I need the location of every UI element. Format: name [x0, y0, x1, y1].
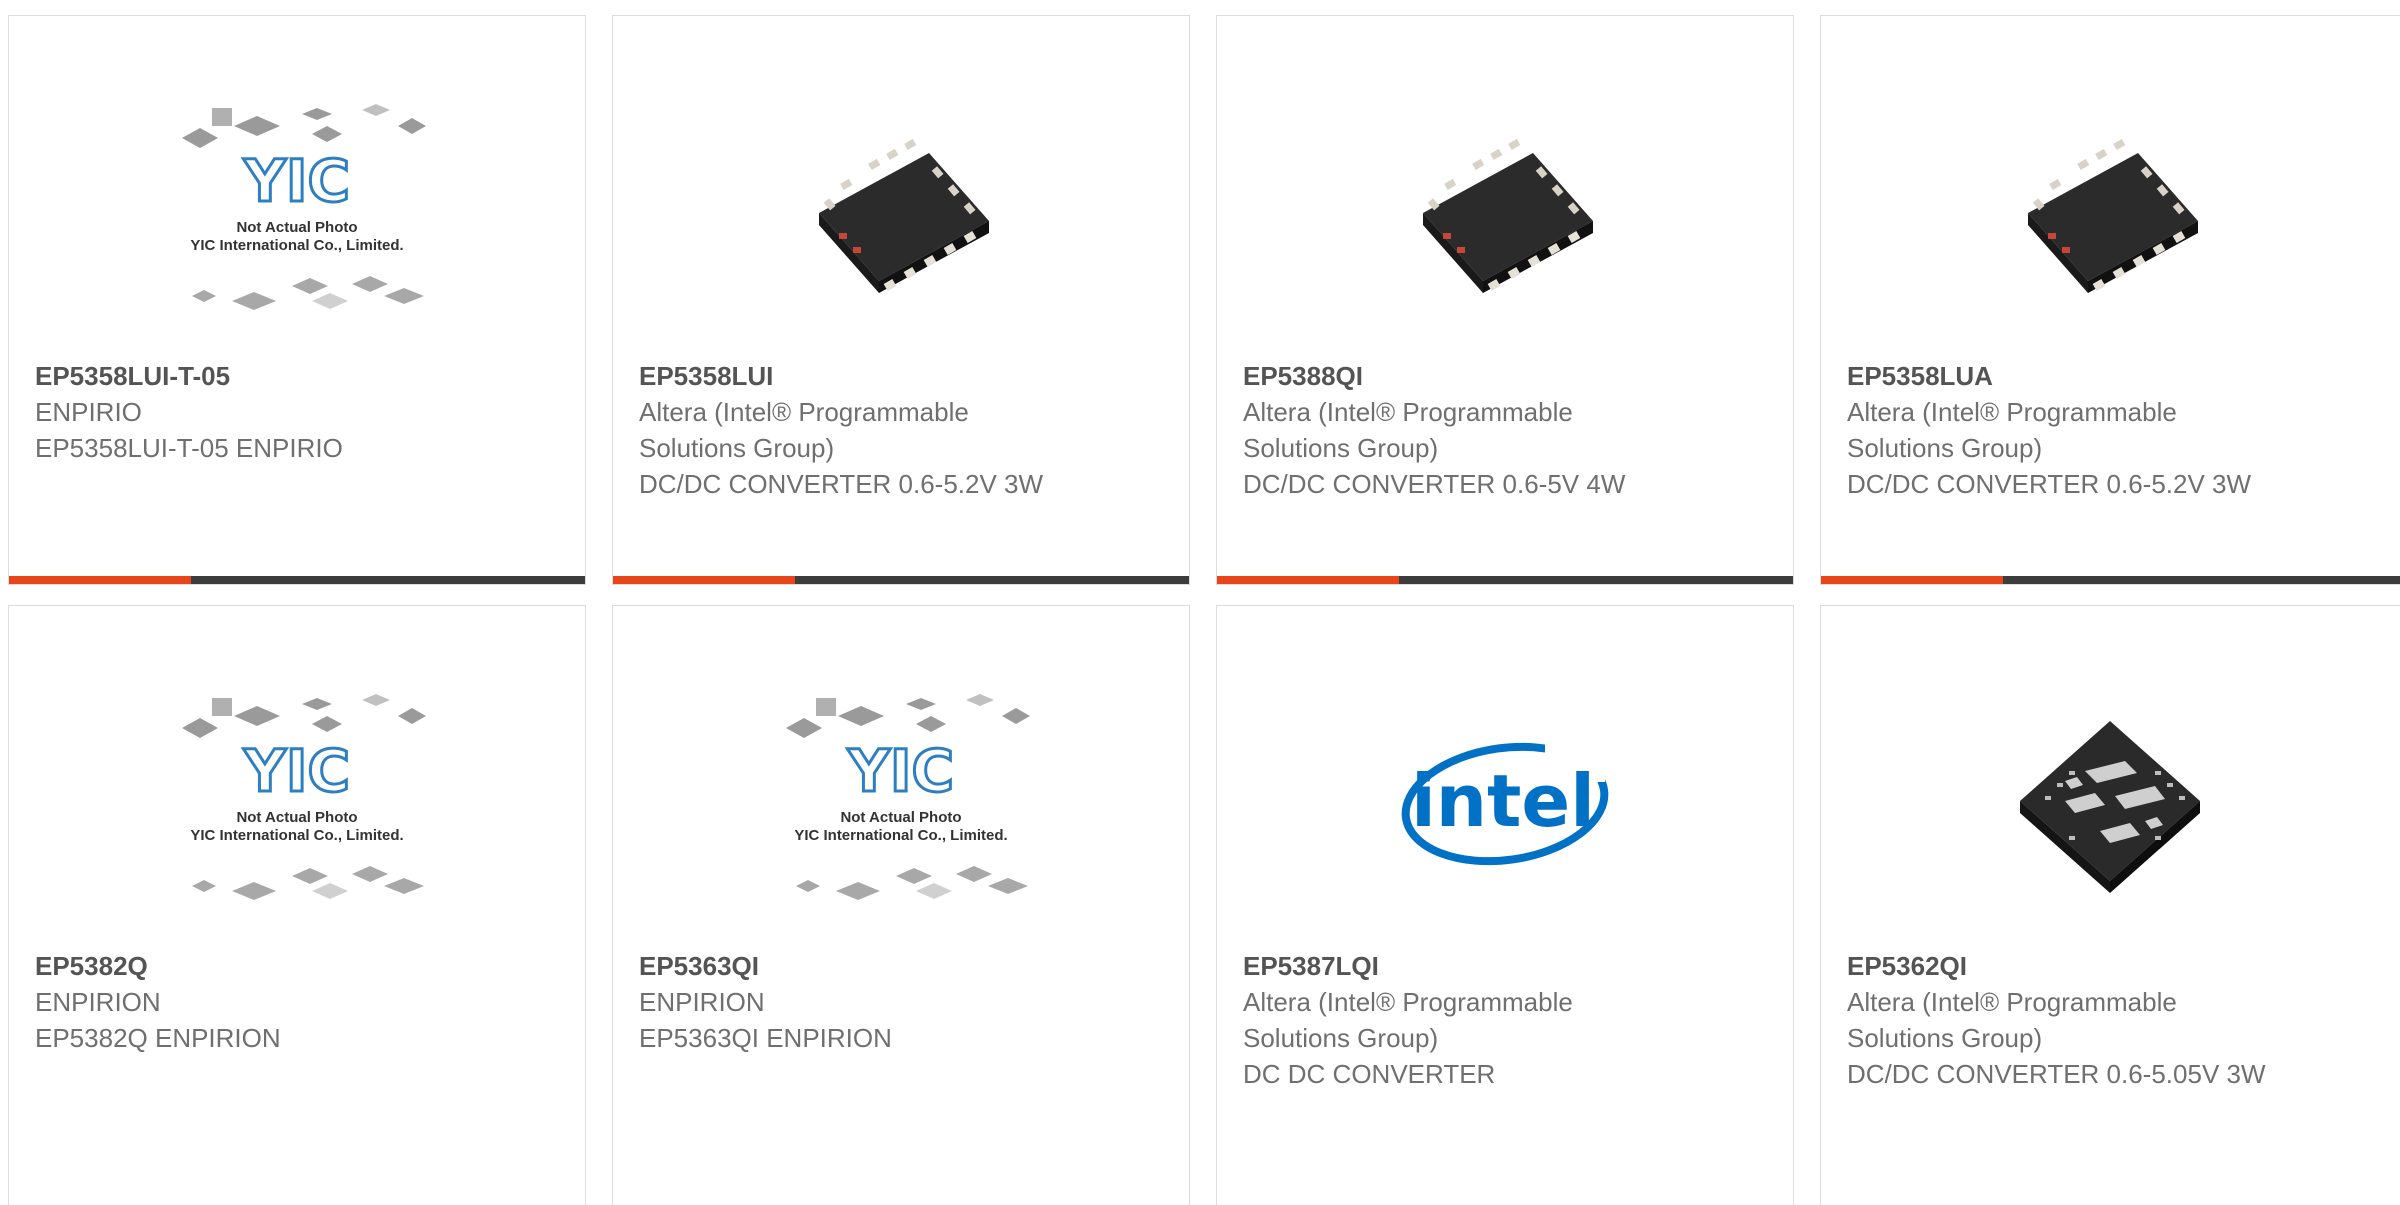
description: DC/DC CONVERTER 0.6-5.2V 3W: [639, 469, 1044, 499]
yic-logo-text: YIC: [847, 737, 954, 805]
placeholder-caption: Not Actual Photo: [236, 219, 357, 236]
product-card[interactable]: intel EP5387LQI Altera (Intel® Programma…: [1216, 605, 1794, 1205]
product-image[interactable]: [1821, 76, 2399, 356]
product-image[interactable]: [613, 76, 1189, 356]
product-grid: YIC Not Actual Photo YIC International C…: [0, 0, 2400, 1205]
part-number-link[interactable]: EP5358LUI-T-05: [35, 358, 565, 394]
product-info: EP5363QI ENPIRION EP5363QI ENPIRION: [639, 948, 1169, 1056]
card-accent-bar: [613, 576, 1189, 584]
qfn-chip-image: [819, 138, 989, 293]
placeholder-company: YIC International Co., Limited.: [794, 827, 1007, 844]
card-accent-bar: [1217, 576, 1793, 584]
product-card[interactable]: EP5388QI Altera (Intel® Programmable Sol…: [1216, 15, 1794, 585]
product-info: EP5382Q ENPIRION EP5382Q ENPIRION: [35, 948, 565, 1056]
product-image-placeholder[interactable]: YIC Not Actual Photo YIC International C…: [613, 666, 1189, 946]
description: DC/DC CONVERTER 0.6-5V 4W: [1243, 469, 1626, 499]
manufacturer: ENPIRIO: [35, 397, 142, 427]
product-image[interactable]: [1217, 76, 1793, 356]
product-info: EP5388QI Altera (Intel® Programmable Sol…: [1243, 358, 1773, 502]
product-card[interactable]: EP5358LUA Altera (Intel® Programmable So…: [1820, 15, 2400, 585]
part-number-link[interactable]: EP5362QI: [1847, 948, 2389, 984]
yic-logo-text: YIC: [243, 147, 350, 215]
product-card[interactable]: YIC Not Actual Photo YIC International C…: [8, 15, 586, 585]
product-card[interactable]: YIC Not Actual Photo YIC International C…: [612, 605, 1190, 1205]
product-image-placeholder[interactable]: YIC Not Actual Photo YIC International C…: [9, 666, 585, 946]
card-accent-bar: [1821, 576, 2400, 584]
product-info: EP5387LQI Altera (Intel® Programmable So…: [1243, 948, 1773, 1092]
manufacturer: ENPIRION: [639, 987, 765, 1017]
product-info: EP5362QI Altera (Intel® Programmable Sol…: [1847, 948, 2389, 1092]
yic-logo-text: YIC: [243, 737, 350, 805]
part-number-link[interactable]: EP5363QI: [639, 948, 1169, 984]
manufacturer: Altera (Intel® Programmable Solutions Gr…: [1847, 397, 2177, 463]
module-chip-image: [2020, 721, 2200, 893]
product-card[interactable]: EP5362QI Altera (Intel® Programmable Sol…: [1820, 605, 2400, 1205]
product-image-placeholder[interactable]: YIC Not Actual Photo YIC International C…: [9, 76, 585, 356]
intel-logo-image: intel: [1401, 742, 1609, 866]
product-info: EP5358LUI-T-05 ENPIRIO EP5358LUI-T-05 EN…: [35, 358, 565, 466]
placeholder-company: YIC International Co., Limited.: [190, 237, 403, 254]
placeholder-caption: Not Actual Photo: [840, 809, 961, 826]
description: DC/DC CONVERTER 0.6-5.05V 3W: [1847, 1059, 2266, 1089]
qfn-chip-image: [1423, 138, 1593, 293]
product-info: EP5358LUI Altera (Intel® Programmable So…: [639, 358, 1169, 502]
product-info: EP5358LUA Altera (Intel® Programmable So…: [1847, 358, 2389, 502]
manufacturer: Altera (Intel® Programmable Solutions Gr…: [1243, 397, 1573, 463]
description: EP5363QI ENPIRION: [639, 1023, 892, 1053]
part-number-link[interactable]: EP5382Q: [35, 948, 565, 984]
part-number-link[interactable]: EP5387LQI: [1243, 948, 1773, 984]
qfn-chip-image: [2028, 138, 2198, 293]
placeholder-caption: Not Actual Photo: [236, 809, 357, 826]
card-accent-bar: [9, 576, 585, 584]
description: DC/DC CONVERTER 0.6-5.2V 3W: [1847, 469, 2252, 499]
yic-placeholder-image: YIC Not Actual Photo YIC International C…: [182, 104, 426, 310]
yic-placeholder-image: YIC Not Actual Photo YIC International C…: [786, 694, 1030, 900]
manufacturer: Altera (Intel® Programmable Solutions Gr…: [639, 397, 969, 463]
manufacturer: Altera (Intel® Programmable Solutions Gr…: [1243, 987, 1573, 1053]
description: EP5382Q ENPIRION: [35, 1023, 281, 1053]
part-number-link[interactable]: EP5388QI: [1243, 358, 1773, 394]
part-number-link[interactable]: EP5358LUA: [1847, 358, 2389, 394]
manufacturer: Altera (Intel® Programmable Solutions Gr…: [1847, 987, 2177, 1053]
yic-placeholder-image: YIC Not Actual Photo YIC International C…: [182, 694, 426, 900]
placeholder-company: YIC International Co., Limited.: [190, 827, 403, 844]
product-image[interactable]: intel: [1217, 666, 1793, 946]
product-image[interactable]: [1821, 666, 2399, 946]
intel-wordmark: intel: [1411, 759, 1595, 843]
part-number-link[interactable]: EP5358LUI: [639, 358, 1169, 394]
product-card[interactable]: EP5358LUI Altera (Intel® Programmable So…: [612, 15, 1190, 585]
manufacturer: ENPIRION: [35, 987, 161, 1017]
description: EP5358LUI-T-05 ENPIRIO: [35, 433, 343, 463]
product-card[interactable]: YIC Not Actual Photo YIC International C…: [8, 605, 586, 1205]
description: DC DC CONVERTER: [1243, 1059, 1496, 1089]
